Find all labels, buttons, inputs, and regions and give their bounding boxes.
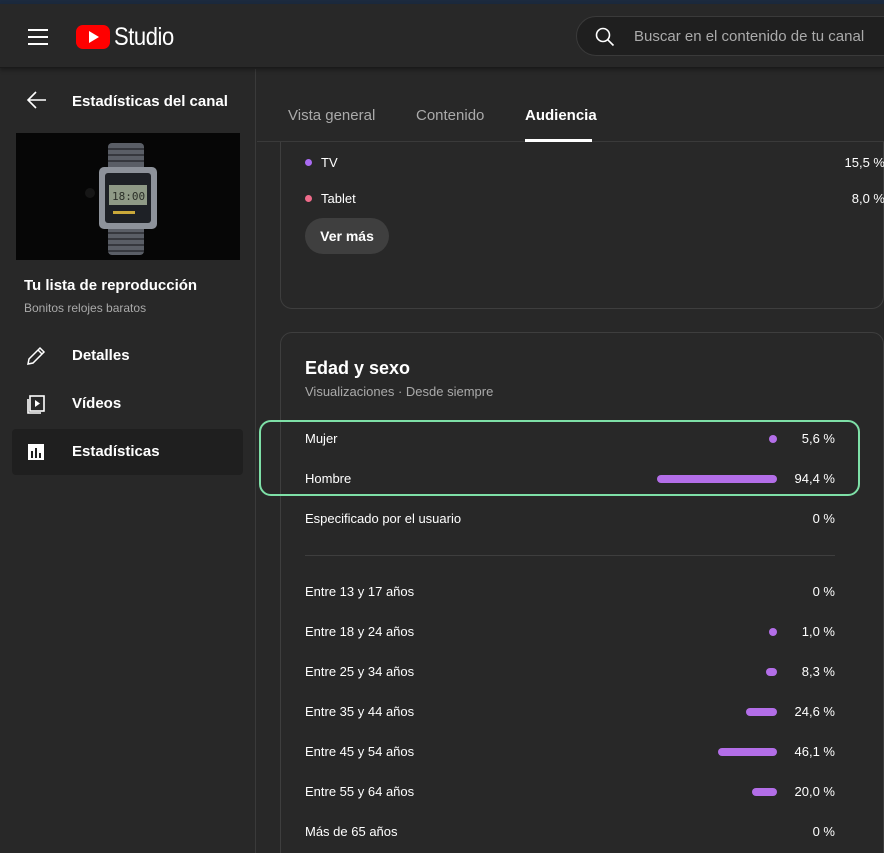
youtube-play-icon [76, 25, 110, 49]
video-icon [27, 395, 45, 414]
legend-dot [305, 195, 312, 202]
tab-audience[interactable]: Audiencia [525, 107, 597, 124]
value-bar [718, 748, 777, 756]
row-label: Entre 18 y 24 años [305, 624, 415, 639]
youtube-studio-logo[interactable]: Studio [76, 22, 182, 52]
device-label: TV [321, 155, 338, 170]
playlist-thumbnail[interactable]: 18:00 [16, 133, 240, 260]
age-row: Más de 65 años 0 % [305, 822, 835, 842]
top-bar: Studio Buscar en el contenido de tu cana… [0, 4, 884, 68]
value-bar [769, 628, 777, 636]
sidebar-item-analytics[interactable]: Estadísticas [12, 429, 243, 475]
device-value: 15,5 % [844, 155, 884, 170]
search-icon [595, 27, 615, 47]
card-subtitle: Visualizaciones · Desde siempre [305, 384, 494, 399]
row-value: 46,1 % [794, 744, 835, 759]
watch-image: 18:00 [16, 133, 240, 260]
sidebar-item-details[interactable]: Detalles [12, 333, 243, 379]
row-value: 24,6 % [794, 704, 835, 719]
tab-content[interactable]: Contenido [416, 107, 484, 124]
gender-row-user-specified: Especificado por el usuario 0 % [305, 509, 835, 529]
analytics-icon [28, 444, 44, 460]
row-label: Más de 65 años [305, 824, 398, 839]
row-value: 8,3 % [801, 664, 835, 679]
age-row: Entre 55 y 64 años 20,0 % [305, 782, 835, 802]
device-value: 8,0 % [851, 191, 884, 206]
search-placeholder: Buscar en el contenido de tu canal [634, 28, 865, 45]
row-value: 20,0 % [794, 784, 835, 799]
value-bar [752, 788, 777, 796]
age-row: Entre 35 y 44 años 24,6 % [305, 702, 835, 722]
channel-analytics-title: Estadísticas del canal [72, 93, 228, 110]
card-title: Edad y sexo [305, 358, 411, 378]
gender-highlight-outline [259, 420, 860, 496]
age-gender-card: Edad y sexo Visualizaciones · Desde siem… [280, 332, 884, 853]
legend-dot [305, 159, 312, 166]
age-row: Entre 13 y 17 años 0 % [305, 582, 835, 602]
see-more-button[interactable]: Ver más [305, 218, 389, 254]
sidebar-item-videos[interactable]: Vídeos [12, 381, 243, 427]
row-value: 1,0 % [801, 624, 835, 639]
device-row-tablet: Tablet 8,0 % [305, 191, 884, 206]
row-label: Entre 25 y 34 años [305, 664, 415, 679]
playlist-subtitle: Bonitos relojes baratos [24, 301, 147, 315]
sidebar-item-label: Detalles [72, 347, 130, 364]
device-row-tv: TV 15,5 % [305, 155, 884, 170]
svg-text:18:00: 18:00 [112, 190, 145, 203]
value-bar [766, 668, 777, 676]
sidebar: Estadísticas del canal 18:00 Tu lista de… [0, 69, 256, 853]
row-label: Entre 45 y 54 años [305, 744, 415, 759]
tab-overview[interactable]: Vista general [288, 107, 375, 124]
row-label: Entre 55 y 64 años [305, 784, 415, 799]
age-row: Entre 45 y 54 años 46,1 % [305, 742, 835, 762]
active-tab-indicator [525, 139, 592, 142]
back-arrow-icon[interactable] [26, 90, 48, 110]
row-label: Entre 13 y 17 años [305, 584, 415, 599]
age-row: Entre 25 y 34 años 8,3 % [305, 662, 835, 682]
sidebar-item-label: Vídeos [72, 395, 122, 412]
row-value: 0 % [812, 824, 835, 839]
row-value: 0 % [812, 584, 835, 599]
tab-bar: Vista general Contenido Audiencia [257, 69, 884, 142]
row-label: Especificado por el usuario [305, 511, 462, 526]
row-value: 0 % [812, 511, 835, 526]
menu-icon[interactable] [28, 29, 48, 45]
age-row: Entre 18 y 24 años 1,0 % [305, 622, 835, 642]
row-label: Entre 35 y 44 años [305, 704, 415, 719]
device-label: Tablet [321, 191, 356, 206]
search-input[interactable]: Buscar en el contenido de tu canal [576, 16, 884, 56]
divider [305, 555, 835, 556]
pencil-icon [27, 346, 46, 365]
value-bar [746, 708, 777, 716]
logo-text: Studio [114, 22, 174, 51]
main-content: Vista general Contenido Audiencia TV 15,… [257, 69, 884, 853]
playlist-title: Tu lista de reproducción [24, 277, 198, 294]
sidebar-item-label: Estadísticas [72, 443, 160, 460]
